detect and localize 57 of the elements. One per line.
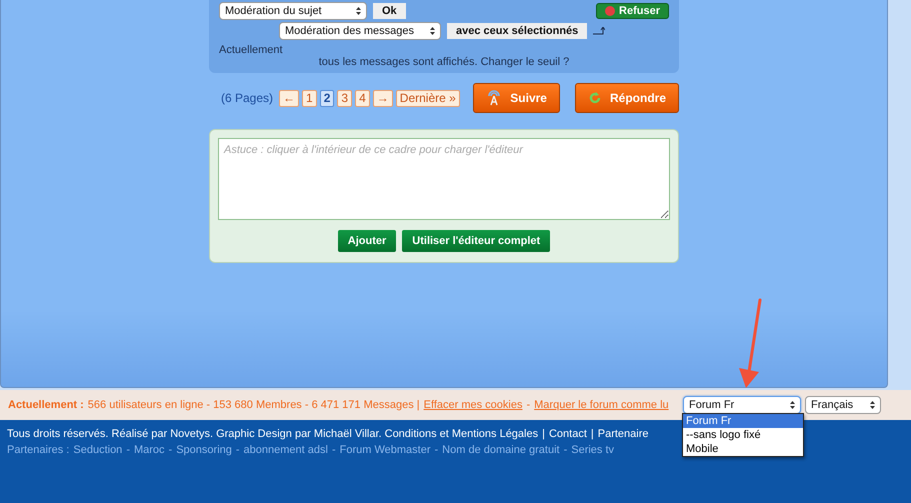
page-link[interactable]: ← — [279, 90, 300, 106]
separator-text: | — [590, 428, 594, 440]
language-select[interactable]: Français — [805, 396, 881, 414]
updown-icon — [790, 401, 795, 409]
follow-button[interactable]: Suivre — [473, 83, 560, 113]
status-label: Actuellement — [219, 44, 284, 56]
page-link[interactable]: → — [372, 90, 393, 106]
dropdown-option[interactable]: Mobile — [683, 442, 803, 456]
separator-text: - — [126, 444, 130, 456]
refuse-button[interactable]: Refuser — [596, 3, 669, 19]
online-label: Actuellement : — [8, 399, 84, 411]
antenna-icon — [486, 90, 502, 106]
partner-link[interactable]: Nom de domaine gratuit — [442, 444, 560, 456]
dropdown-option[interactable]: Forum Fr — [683, 414, 803, 428]
topic-moderation-select[interactable]: Modération du sujet — [219, 2, 367, 20]
messages-moderation-select[interactable]: Modération des messages — [279, 22, 441, 40]
mark-read-link[interactable]: Marquer le forum comme lu — [534, 399, 669, 411]
refresh-icon — [588, 91, 602, 105]
page-link[interactable]: 2 — [320, 90, 334, 106]
skin-select[interactable]: Forum Fr — [683, 396, 801, 414]
separator-text: - — [236, 444, 240, 456]
footer-link[interactable]: Partenaire — [598, 428, 649, 440]
separator-text: - — [168, 444, 172, 456]
full-editor-button[interactable]: Utiliser l'éditeur complet — [402, 230, 550, 252]
online-stats: 566 utilisateurs en ligne - 153 680 Membres - 6 471 171 Messages | — [88, 399, 420, 411]
reply-button[interactable]: Répondre — [574, 83, 679, 113]
partner-link[interactable]: Sponsoring — [176, 444, 232, 456]
status-text: tous les messages sont affichés. Changer le seuil ? — [318, 56, 570, 68]
separator-text: - — [526, 399, 530, 411]
corner-arrow-icon — [593, 27, 606, 35]
separator-text: - — [434, 444, 438, 456]
page-count: (6 Pages) — [221, 91, 274, 105]
page-link[interactable]: 1 — [302, 90, 317, 106]
separator-text: - — [332, 444, 336, 456]
page-link[interactable]: Dernière » — [396, 90, 460, 106]
page-link[interactable]: 4 — [355, 90, 370, 106]
separator-text: | — [542, 428, 545, 440]
updown-icon — [430, 27, 435, 35]
clear-cookies-link[interactable]: Effacer mes cookies — [424, 399, 522, 411]
updown-icon — [356, 7, 361, 15]
separator-text: - — [564, 444, 568, 456]
partner-link[interactable]: Forum Webmaster — [340, 444, 430, 456]
page-link[interactable]: 3 — [337, 90, 352, 106]
updown-icon — [870, 401, 875, 409]
stop-icon — [605, 6, 616, 16]
partner-link[interactable]: Seduction — [73, 444, 122, 456]
dropdown-option[interactable]: --sans logo fixé — [683, 428, 803, 442]
message-input-field[interactable]: Astuce : cliquer à l'intérieur de ce cadre pour charger l'éditeur — [218, 138, 670, 220]
add-button[interactable]: Ajouter — [338, 230, 396, 252]
selected-action-button[interactable]: avec ceux sélectionnés — [447, 23, 588, 39]
footer-link[interactable]: Contact — [548, 428, 587, 440]
ok-button[interactable]: Ok — [373, 3, 406, 19]
partners-label: Partenaires : — [7, 444, 70, 456]
partner-link[interactable]: Maroc — [134, 444, 165, 456]
partner-link[interactable]: Series tv — [571, 444, 614, 456]
credits-text: Tous droits réservés. Réalisé par Novetys. Graphic Design par Michaël Villar. Conditions et Mentions Légales — [7, 428, 538, 440]
partner-link[interactable]: abonnement adsl — [244, 444, 328, 456]
